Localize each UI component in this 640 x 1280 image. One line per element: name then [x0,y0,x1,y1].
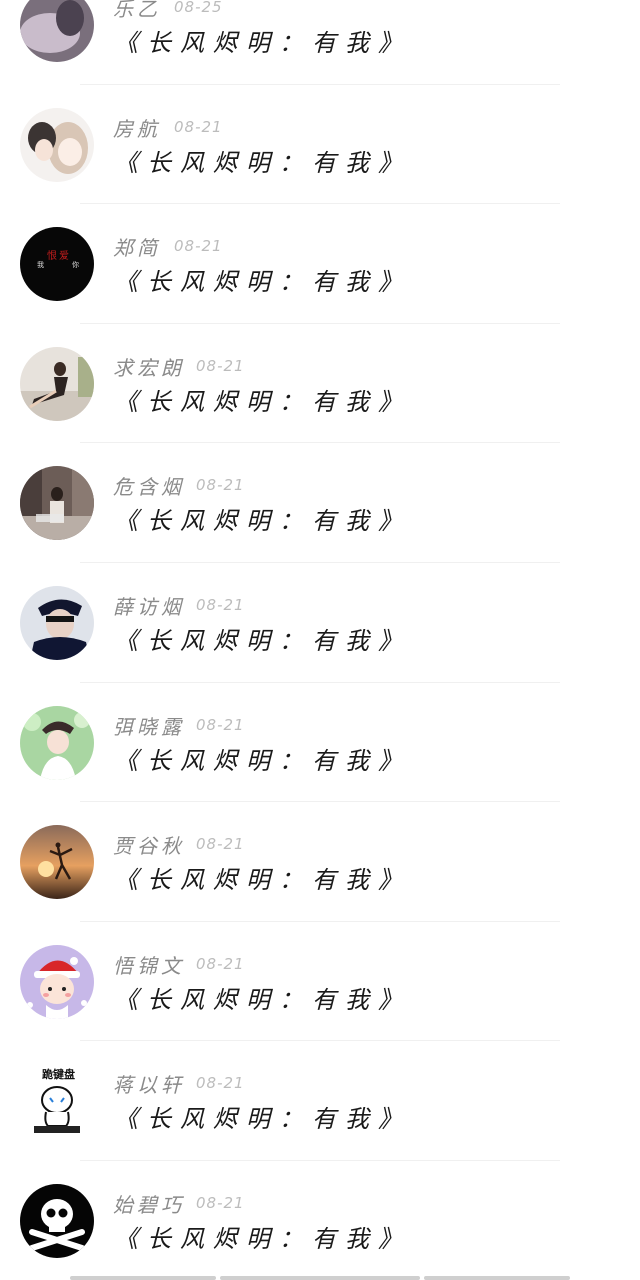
comment-date: 08-21 [196,954,245,973]
comment-text: 《长风烬明：有我》 [114,746,411,775]
comment-date: 08-21 [196,356,245,375]
photo-avatar-icon[interactable] [20,0,94,62]
comment-text: 《长风烬明：有我》 [114,985,411,1014]
list-item[interactable]: 求宏朗 08-21 《长风烬明：有我》 [0,324,640,444]
comment-date: 08-21 [196,1074,245,1093]
user-name: 蒋以轩 [113,1073,185,1098]
user-name: 危含烟 [113,475,185,500]
comment-date: 08-21 [196,595,245,614]
list-item[interactable]: 乐乙 08-25 《长风烬明：有我》 [0,0,640,85]
list-item[interactable]: 弭晓露 08-21 《长风烬明：有我》 [0,683,640,803]
user-name: 悟锦文 [113,953,185,978]
page-indicator[interactable] [70,1276,216,1280]
page-indicator[interactable] [424,1276,570,1280]
user-name: 房航 [113,116,161,141]
page-indicator[interactable] [220,1276,420,1280]
comment-text: 《长风烬明：有我》 [114,387,411,416]
skull-avatar-icon[interactable] [20,1183,94,1258]
comment-date: 08-21 [196,835,245,854]
text-avatar-icon[interactable]: 我 恨 爱 你 [20,227,94,302]
user-name: 郑简 [113,236,161,261]
cartoon-santa-avatar-icon[interactable] [20,944,94,1019]
girl-green-avatar-icon[interactable] [20,705,94,780]
avatar-text: 我 [37,260,44,269]
list-item[interactable]: 始碧巧 08-21 《长风烬明：有我》 [0,1161,640,1280]
user-name: 始碧巧 [113,1192,185,1217]
anime-couple-avatar-icon[interactable] [20,107,94,182]
avatar-text: 跪键盘 [42,1067,75,1081]
man-hat-avatar-icon[interactable] [20,585,94,660]
comment-text: 《长风烬明：有我》 [114,1224,411,1253]
list-item[interactable]: 贾谷秋 08-21 《长风烬明：有我》 [0,802,640,922]
comment-list: 乐乙 08-25 《长风烬明：有我》 房航 08-21 《长风烬明：有我》 我 … [0,0,640,1280]
list-item[interactable]: 跪键盘 蒋以轩 08-21 《长风烬明：有我》 [0,1041,640,1161]
girl-photo-avatar-icon[interactable] [20,346,94,421]
user-name: 薛访烟 [113,594,185,619]
user-name: 贾谷秋 [113,834,185,859]
avatar-text: 你 [72,260,79,269]
comment-text: 《长风烬明：有我》 [114,1105,411,1134]
list-item[interactable]: 危含烟 08-21 《长风烬明：有我》 [0,443,640,563]
comment-text: 《长风烬明：有我》 [114,268,411,297]
user-name: 求宏朗 [113,355,185,380]
user-name: 乐乙 [113,0,161,21]
avatar-text: 恨 [47,249,57,262]
list-item[interactable]: 房航 08-21 《长风烬明：有我》 [0,85,640,205]
list-item[interactable]: 悟锦文 08-21 《长风烬明：有我》 [0,922,640,1042]
comment-date: 08-21 [196,715,245,734]
comment-text: 《长风烬明：有我》 [114,866,411,895]
comment-date: 08-21 [174,117,223,136]
list-item[interactable]: 我 恨 爱 你 郑简 08-21 《长风烬明：有我》 [0,204,640,324]
street-photo-avatar-icon[interactable] [20,466,94,541]
list-item[interactable]: 薛访烟 08-21 《长风烬明：有我》 [0,563,640,683]
avatar-text: 爱 [59,249,69,262]
comment-text: 《长风烬明：有我》 [114,148,411,177]
kneel-keyboard-avatar-icon[interactable]: 跪键盘 [20,1064,94,1139]
comment-text: 《长风烬明：有我》 [114,626,411,655]
comment-date: 08-21 [174,237,223,256]
user-name: 弭晓露 [113,714,185,739]
comment-date: 08-25 [174,0,223,16]
comment-text: 《长风烬明：有我》 [114,507,411,536]
comment-date: 08-21 [196,1193,245,1212]
comment-date: 08-21 [196,476,245,495]
sunset-dancer-avatar-icon[interactable] [20,825,94,900]
comment-text: 《长风烬明：有我》 [114,29,411,57]
